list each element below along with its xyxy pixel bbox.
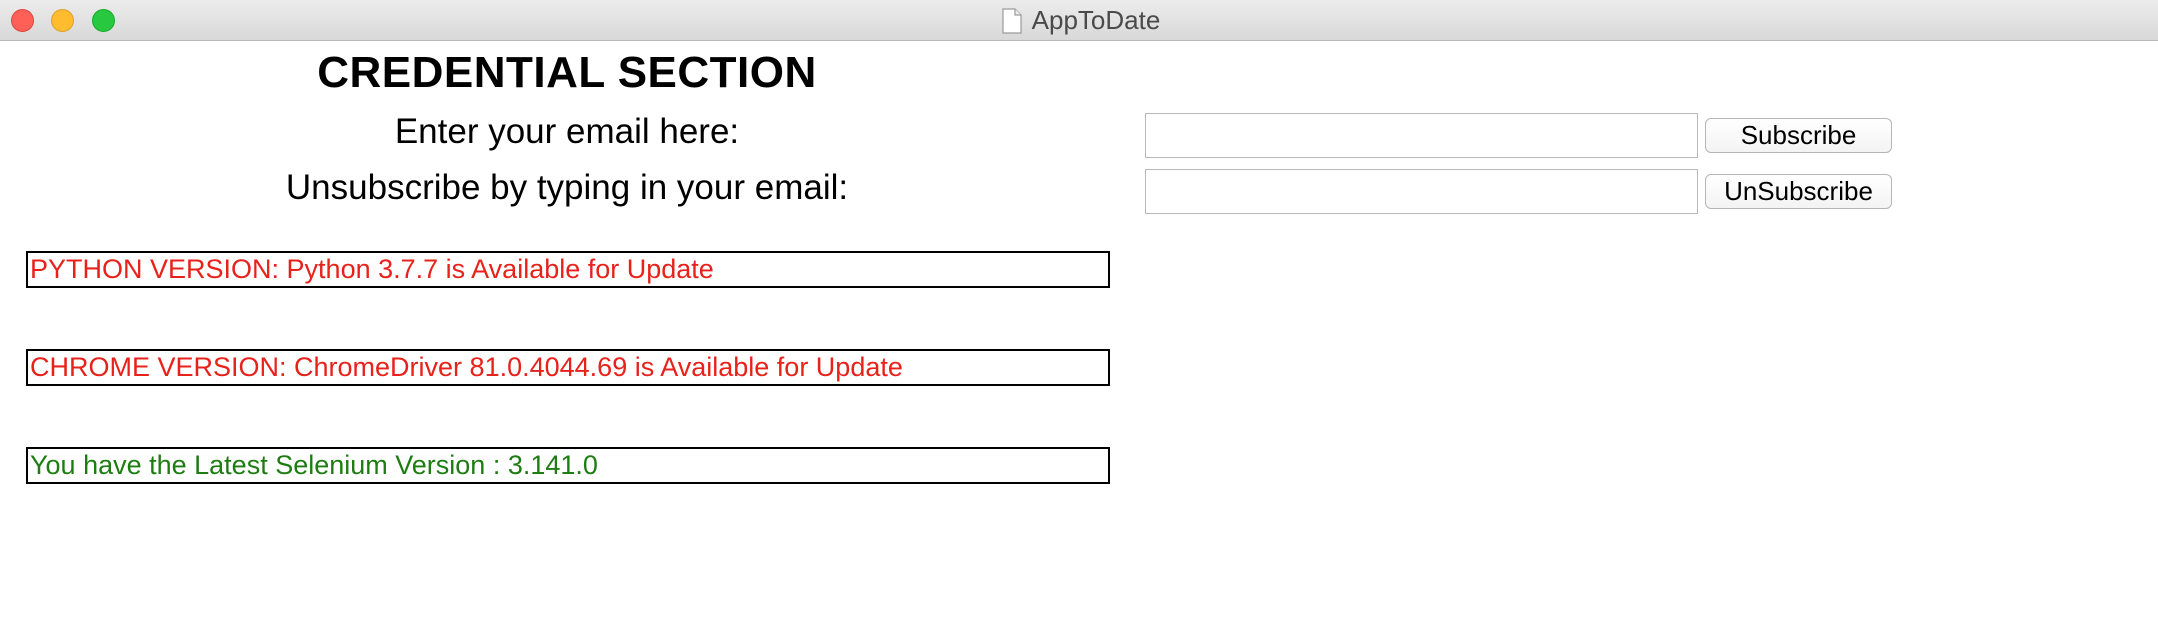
unsubscribe-button[interactable]: UnSubscribe — [1705, 174, 1892, 209]
document-icon — [1002, 7, 1022, 34]
credential-section-heading: CREDENTIAL SECTION — [317, 48, 817, 97]
subscribe-label: Enter your email here: — [394, 112, 740, 151]
unsubscribe-email-input[interactable] — [1145, 169, 1698, 214]
app-window: AppToDate CREDENTIAL SECTION Enter your … — [0, 0, 2158, 640]
subscribe-email-input[interactable] — [1145, 113, 1698, 158]
selenium-version-status: You have the Latest Selenium Version : 3… — [26, 447, 1110, 484]
unsubscribe-label: Unsubscribe by typing in your email: — [285, 168, 849, 207]
window-title-group: AppToDate — [0, 0, 2158, 41]
window-title: AppToDate — [1031, 5, 1161, 35]
chrome-version-status: CHROME VERSION: ChromeDriver 81.0.4044.6… — [26, 349, 1110, 386]
subscribe-button[interactable]: Subscribe — [1705, 118, 1892, 153]
python-version-status: PYTHON VERSION: Python 3.7.7 is Availabl… — [26, 251, 1110, 288]
title-bar[interactable]: AppToDate — [0, 0, 2158, 41]
